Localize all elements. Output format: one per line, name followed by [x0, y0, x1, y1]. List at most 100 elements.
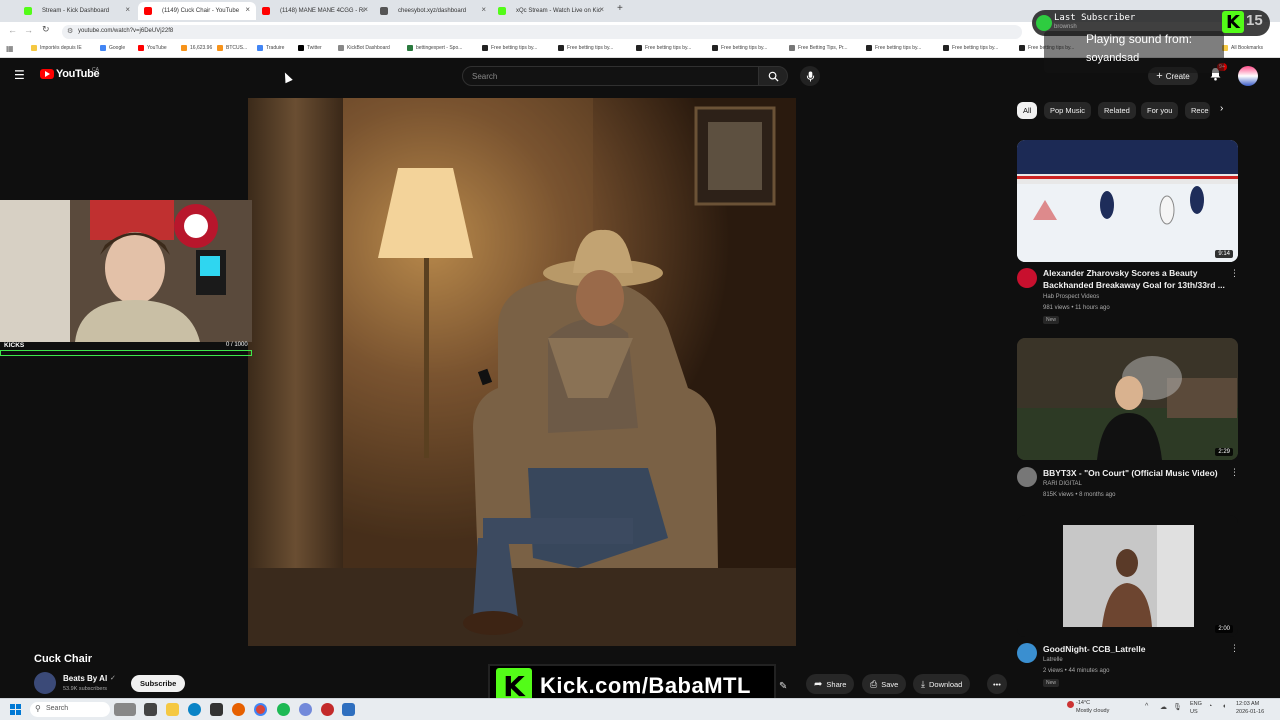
- download-button[interactable]: ⤓ Download: [913, 674, 971, 694]
- close-icon[interactable]: ×: [125, 5, 130, 14]
- spotify-icon[interactable]: [277, 703, 290, 716]
- back-icon[interactable]: ←: [8, 25, 17, 35]
- bookmark-item[interactable]: YouTube: [138, 45, 167, 51]
- browser-tab[interactable]: (1148) MANE MANE 4CGG - Ri ×: [256, 2, 374, 20]
- mic-icon[interactable]: 🎙: [1173, 703, 1182, 711]
- new-tab-button[interactable]: +: [617, 3, 623, 14]
- be-icon: [1019, 45, 1025, 51]
- verified-icon: ✓: [110, 675, 116, 682]
- url-field[interactable]: ⚙ youtube.com/watch?v=j6DeUVj22f8: [62, 25, 1022, 39]
- site-info-icon[interactable]: ⚙: [67, 27, 73, 35]
- obs-icon[interactable]: [321, 703, 334, 716]
- channel-avatar[interactable]: [1017, 643, 1037, 663]
- chip-related[interactable]: Related: [1098, 102, 1136, 119]
- bookmark-item[interactable]: Free betting tips by...: [636, 45, 691, 51]
- chip-all[interactable]: All: [1017, 102, 1038, 119]
- apps-grid-icon[interactable]: ▦: [6, 44, 14, 53]
- youtube-logo-icon[interactable]: [40, 69, 54, 79]
- bookmark-item[interactable]: KickBot Dashboard: [338, 45, 390, 51]
- channel-avatar[interactable]: [1017, 268, 1037, 288]
- wifi-icon[interactable]: ◔: [1208, 703, 1212, 710]
- recommended-video-title[interactable]: BBYT3X - "On Court" (Official Music Vide…: [1043, 467, 1228, 479]
- channel-avatar[interactable]: [1017, 467, 1037, 487]
- channel-name[interactable]: Beats By AI: [63, 674, 107, 683]
- video-thumbnail[interactable]: 2:29: [1017, 338, 1238, 460]
- chip-pop-music[interactable]: Pop Music: [1044, 102, 1092, 119]
- task-view-icon[interactable]: [144, 703, 157, 716]
- app-icon[interactable]: [342, 703, 355, 716]
- recommended-channel[interactable]: Hab Prospect Videos: [1043, 294, 1099, 300]
- search-input[interactable]: Search: [462, 66, 762, 86]
- search-icon: ⚲: [35, 704, 41, 713]
- more-options-icon[interactable]: ⋮: [1230, 467, 1239, 478]
- close-icon[interactable]: ×: [481, 5, 486, 14]
- taskbar-search[interactable]: ⚲ Search: [30, 702, 110, 717]
- search-button[interactable]: [758, 66, 788, 86]
- close-icon[interactable]: ×: [245, 5, 250, 14]
- more-options-icon[interactable]: ⋮: [1230, 643, 1239, 654]
- reload-icon[interactable]: ↻: [42, 24, 50, 35]
- recommended-channel[interactable]: RARI DIGITAL: [1043, 481, 1082, 487]
- subscribe-button[interactable]: Subscribe: [131, 675, 186, 692]
- chrome-icon[interactable]: [254, 703, 267, 716]
- widgets-icon[interactable]: [114, 703, 136, 716]
- voice-search-button[interactable]: [800, 66, 820, 86]
- country-code: CA: [92, 67, 99, 73]
- recommended-video-title[interactable]: GoodNight- CCB_Latrelle: [1043, 643, 1228, 655]
- more-icon: •••: [993, 679, 1001, 689]
- save-button[interactable]: ⎙ Save: [862, 674, 907, 694]
- bookmark-item[interactable]: Twitter: [298, 45, 322, 51]
- browser-tab-active[interactable]: (1149) Cuck Chair - YouTube ×: [138, 2, 256, 20]
- kicks-progress-text: 0 / 1000: [226, 342, 248, 348]
- bookmark-item[interactable]: 16,623.96: [181, 45, 212, 51]
- forward-icon[interactable]: →: [24, 25, 33, 35]
- bookmark-item[interactable]: Free betting tips by...: [866, 45, 921, 51]
- recommended-meta: 2 views • 44 minutes ago: [1043, 668, 1110, 674]
- chip-for-you[interactable]: For you: [1141, 102, 1179, 119]
- weather-temp[interactable]: -14°C: [1076, 700, 1090, 706]
- browser-tab[interactable]: Stream - Kick Dashboard ×: [18, 2, 136, 20]
- youtube-favicon-icon: [144, 7, 152, 15]
- bookmark-item[interactable]: Free betting tips by...: [943, 45, 998, 51]
- bookmark-item[interactable]: Traduire: [257, 45, 284, 51]
- dislike-button[interactable]: ✎: [779, 676, 797, 692]
- input-region: US: [1190, 709, 1198, 715]
- chevron-right-icon[interactable]: ›: [1220, 103, 1223, 114]
- close-icon[interactable]: ×: [363, 5, 368, 14]
- video-player[interactable]: [248, 98, 796, 646]
- clock-time[interactable]: 12:03 AM: [1236, 701, 1259, 707]
- folder-icon: [31, 45, 37, 51]
- browser-tab[interactable]: cheesybot.xyz/dashboard ×: [374, 2, 492, 20]
- close-icon[interactable]: ×: [599, 5, 604, 14]
- store-icon[interactable]: [210, 703, 223, 716]
- input-language[interactable]: ENG: [1190, 701, 1202, 707]
- bookmark-item[interactable]: bettingexpert - Spo...: [407, 45, 462, 51]
- discord-icon[interactable]: [299, 703, 312, 716]
- chart-icon: [181, 45, 187, 51]
- edge-icon[interactable]: [188, 703, 201, 716]
- recommended-channel[interactable]: Latrelle: [1043, 657, 1063, 663]
- firefox-icon[interactable]: [232, 703, 245, 716]
- bookmark-item[interactable]: Importés depuis IE: [31, 45, 82, 51]
- windows-start-icon[interactable]: [10, 704, 21, 715]
- more-options-icon[interactable]: ⋮: [1230, 268, 1239, 279]
- volume-icon[interactable]: ◖: [1222, 703, 1226, 710]
- video-thumbnail[interactable]: 2:00: [1017, 515, 1238, 637]
- bookmark-item[interactable]: Google: [100, 45, 125, 51]
- bookmark-item[interactable]: BTCUS...: [217, 45, 247, 51]
- share-button[interactable]: ➦ Share: [806, 674, 855, 694]
- browser-tab[interactable]: xQc Stream - Watch Live on Kic ×: [492, 2, 610, 20]
- more-actions-button[interactable]: •••: [987, 674, 1007, 694]
- bookmark-item[interactable]: Free betting tips by...: [482, 45, 537, 51]
- cloud-icon[interactable]: ☁: [1160, 703, 1167, 711]
- menu-icon[interactable]: ☰: [14, 68, 25, 82]
- recommended-video-title[interactable]: Alexander Zharovsky Scores a Beauty Back…: [1043, 267, 1228, 291]
- file-explorer-icon[interactable]: [166, 703, 179, 716]
- bookmark-item[interactable]: Free betting tips by...: [712, 45, 767, 51]
- bookmark-item[interactable]: Free Betting Tips, Pr...: [789, 45, 847, 51]
- video-thumbnail[interactable]: 9:14: [1017, 140, 1238, 262]
- tray-chevron-icon[interactable]: ^: [1145, 703, 1148, 710]
- channel-avatar[interactable]: [34, 672, 56, 694]
- bookmark-item[interactable]: Free betting tips by...: [558, 45, 613, 51]
- chip-recent[interactable]: Rece: [1185, 102, 1210, 119]
